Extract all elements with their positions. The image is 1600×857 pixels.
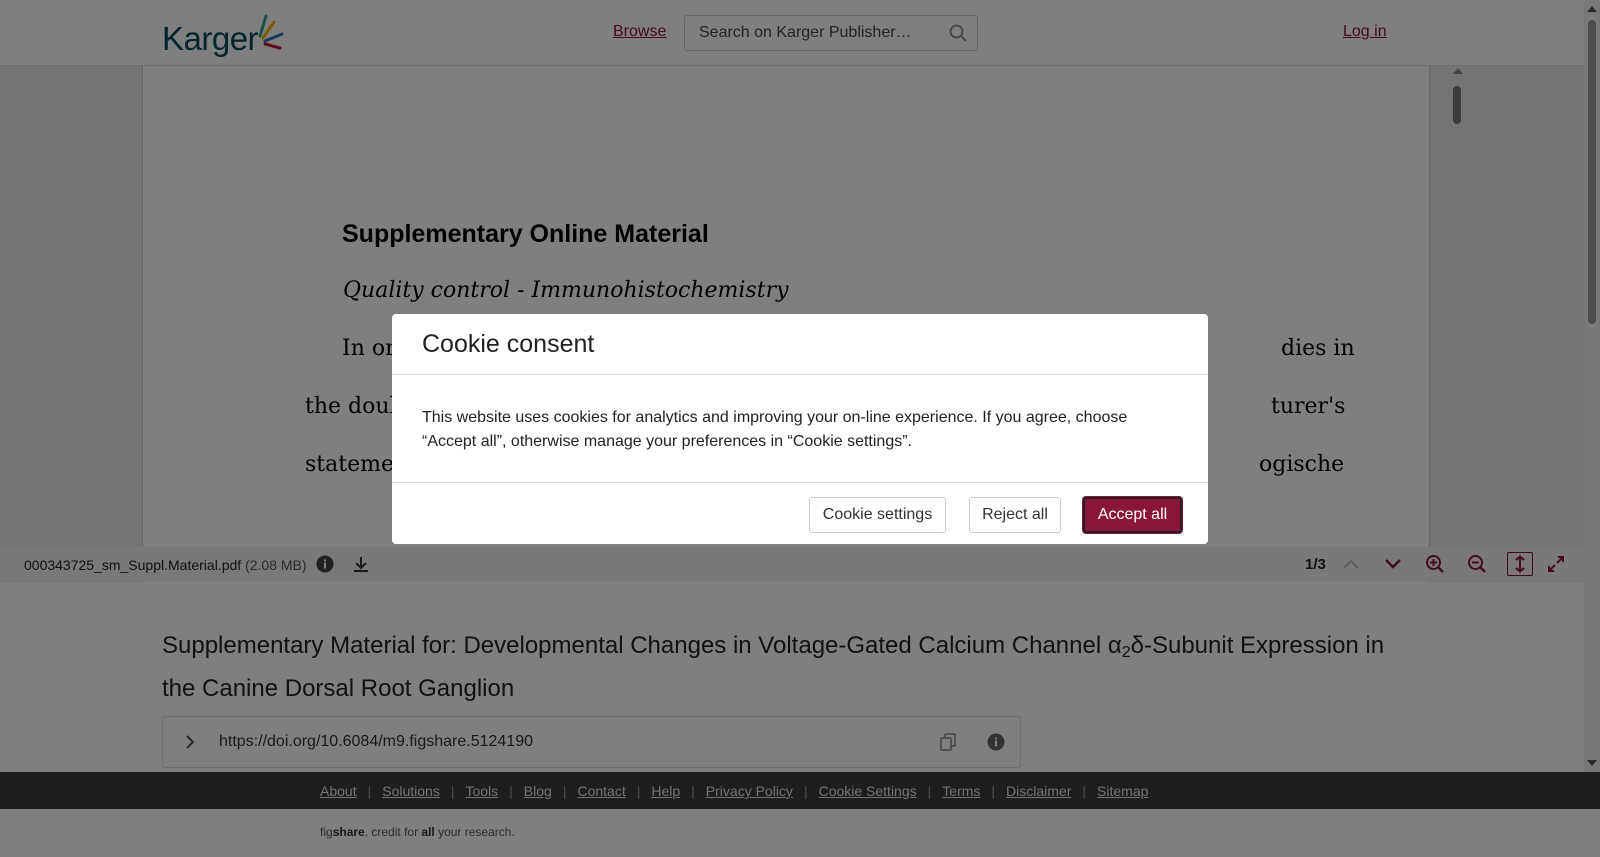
dialog-title: Cookie consent: [422, 330, 595, 358]
divider: [392, 482, 1208, 483]
cookie-consent-dialog: Cookie consent This website uses cookies…: [392, 314, 1208, 544]
dialog-body: This website uses cookies for analytics …: [422, 409, 1128, 450]
cookie-settings-button[interactable]: Cookie settings: [809, 497, 946, 533]
divider: [392, 374, 1208, 375]
accept-all-button[interactable]: Accept all: [1083, 497, 1182, 533]
modal-backdrop: Cookie consent This website uses cookies…: [0, 0, 1600, 857]
reject-all-button[interactable]: Reject all: [969, 497, 1061, 533]
